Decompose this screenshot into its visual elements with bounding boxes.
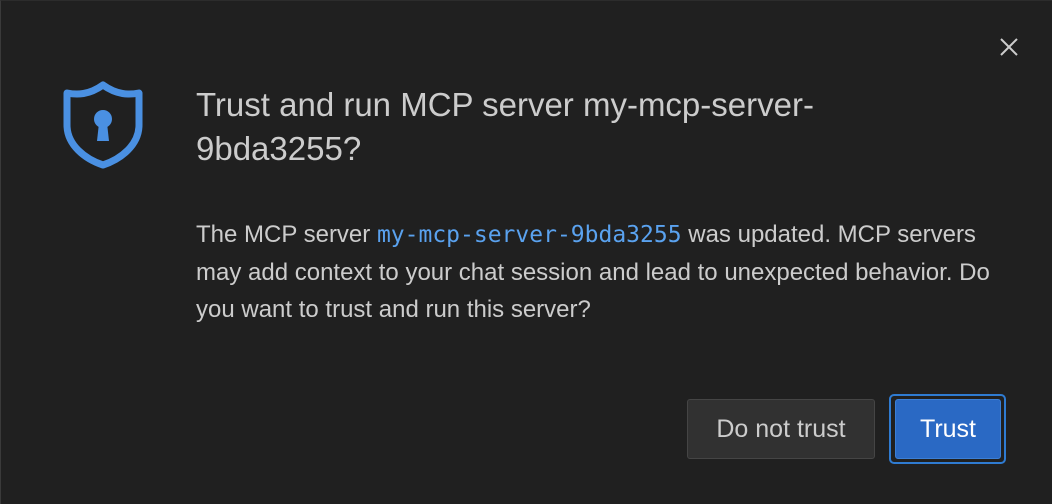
server-name: my-mcp-server-9bda3255	[376, 222, 682, 248]
close-icon	[1000, 38, 1018, 56]
trust-button[interactable]: Trust	[895, 399, 1001, 459]
trust-dialog: Trust and run MCP server my-mcp-server-9…	[0, 0, 1052, 504]
dialog-message: The MCP server my-mcp-server-9bda3255 wa…	[196, 216, 996, 328]
shield-lock-icon	[63, 81, 143, 169]
message-prefix: The MCP server	[196, 221, 377, 248]
dialog-title: Trust and run MCP server my-mcp-server-9…	[196, 86, 814, 167]
do-not-trust-button[interactable]: Do not trust	[687, 399, 875, 459]
close-button[interactable]	[991, 29, 1027, 65]
